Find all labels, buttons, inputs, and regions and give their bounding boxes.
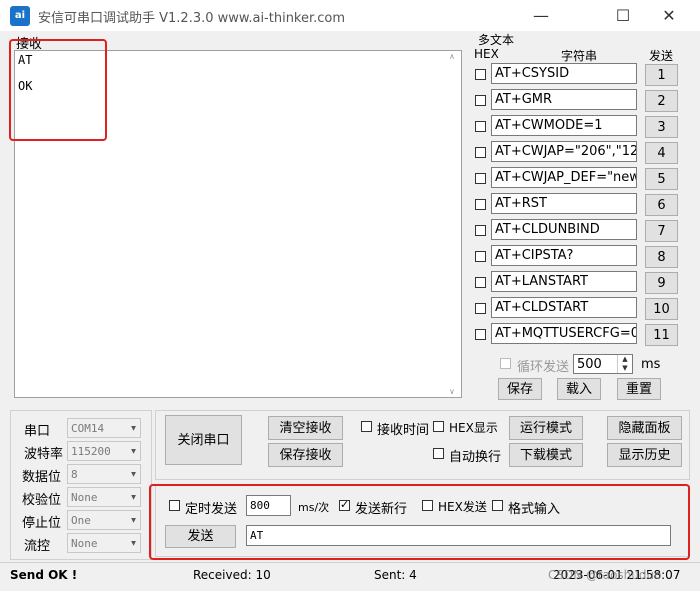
databits-label: 数据位 (22, 470, 62, 485)
close-port-button[interactable]: 关闭串口 (165, 415, 242, 465)
hex-display-label: HEX显示 (449, 421, 498, 435)
minimize-button[interactable]: — (518, 0, 564, 31)
status-message: Send OK ! (10, 568, 78, 582)
multi-row-text-input[interactable]: AT+CIPSTA? (491, 245, 637, 266)
status-bar: Send OK ! Received: 10 Sent: 4 2023-06-0… (0, 562, 700, 591)
auto-newline-label: 自动换行 (449, 450, 502, 465)
stopbits-label: 停止位 (22, 516, 62, 531)
loop-interval-spinner[interactable]: ▲ ▼ (617, 355, 632, 373)
multi-row-hex-checkbox[interactable] (475, 121, 486, 132)
maximize-button[interactable]: ☐ (600, 0, 646, 31)
multi-row-text-input[interactable]: AT+GMR (491, 89, 637, 110)
multi-row-hex-checkbox[interactable] (475, 277, 486, 288)
run-mode-button[interactable]: 运行模式 (509, 416, 583, 440)
chevron-down-icon: ▼ (131, 423, 136, 433)
multi-row-text-input[interactable]: AT+CLDUNBIND (491, 219, 637, 240)
reset-multi-button[interactable]: 重置 (617, 378, 661, 400)
multi-row-send-button[interactable]: 8 (645, 246, 678, 268)
show-history-button[interactable]: 显示历史 (607, 443, 682, 467)
sent-count: Sent: 4 (374, 568, 417, 582)
multi-row-send-button[interactable]: 2 (645, 90, 678, 112)
flow-label: 流控 (24, 539, 51, 554)
col-send-header: 发送 (649, 49, 674, 63)
multi-row-hex-checkbox[interactable] (475, 251, 486, 262)
multi-row-text-input[interactable]: AT+LANSTART (491, 271, 637, 292)
receive-time-checkbox[interactable] (361, 421, 372, 432)
port-select[interactable]: COM14 ▼ (67, 418, 141, 438)
multi-row-text-input[interactable]: AT+MQTTUSERCFG=0,1, (491, 323, 637, 344)
col-string-header: 字符串 (561, 49, 598, 63)
multi-row-send-button[interactable]: 6 (645, 194, 678, 216)
receive-time-label: 接收时间 (377, 423, 430, 438)
watermark: CSDN @taoshuduo (548, 568, 662, 582)
multi-row-send-button[interactable]: 10 (645, 298, 678, 320)
clear-receive-button[interactable]: 清空接收 (268, 416, 343, 440)
window-title: 安信可串口调试助手 V1.2.3.0 www.ai-thinker.com (38, 11, 346, 26)
chevron-down-icon: ▼ (131, 515, 136, 525)
chevron-down-icon: ▼ (131, 492, 136, 502)
multi-row-send-button[interactable]: 7 (645, 220, 678, 242)
multi-row-text-input[interactable]: AT+CSYSID (491, 63, 637, 84)
multi-row-text-input[interactable]: AT+CWMODE=1 (491, 115, 637, 136)
load-multi-button[interactable]: 载入 (557, 378, 601, 400)
multi-row-hex-checkbox[interactable] (475, 303, 486, 314)
hex-display-checkbox[interactable] (433, 421, 444, 432)
multi-row-hex-checkbox[interactable] (475, 147, 486, 158)
multi-row-send-button[interactable]: 1 (645, 64, 678, 86)
multi-row-text-input[interactable]: AT+CLDSTART (491, 297, 637, 318)
multi-row-hex-checkbox[interactable] (475, 95, 486, 106)
chevron-down-icon: ▼ (131, 446, 136, 456)
multi-row-hex-checkbox[interactable] (475, 225, 486, 236)
multi-text-title: 多文本 (478, 33, 515, 47)
multi-row-send-button[interactable]: 9 (645, 272, 678, 294)
chevron-down-icon: ▼ (131, 538, 136, 548)
hide-panel-button[interactable]: 隐藏面板 (607, 416, 682, 440)
stopbits-select[interactable]: One ▼ (67, 510, 141, 530)
databits-select[interactable]: 8 ▼ (67, 464, 141, 484)
col-hex-header: HEX (474, 47, 499, 61)
save-multi-button[interactable]: 保存 (498, 378, 542, 400)
multi-row-send-button[interactable]: 4 (645, 142, 678, 164)
multi-row-hex-checkbox[interactable] (475, 199, 486, 210)
multi-row-text-input[interactable]: AT+CWJAP_DEF="newifi_ (491, 167, 637, 188)
receive-scrollbar[interactable]: ∧ ∨ (445, 51, 461, 397)
download-mode-button[interactable]: 下载模式 (509, 443, 583, 467)
app-icon: ai (10, 6, 30, 26)
auto-newline-checkbox[interactable] (433, 448, 444, 459)
multi-row-hex-checkbox[interactable] (475, 173, 486, 184)
baud-select[interactable]: 115200 ▼ (67, 441, 141, 461)
received-count: Received: 10 (193, 568, 271, 582)
multi-row-send-button[interactable]: 11 (645, 324, 678, 346)
title-bar: ai 安信可串口调试助手 V1.2.3.0 www.ai-thinker.com… (0, 0, 700, 31)
baud-label: 波特率 (24, 447, 64, 462)
save-receive-button[interactable]: 保存接收 (268, 443, 343, 467)
multi-row-hex-checkbox[interactable] (475, 329, 486, 340)
scroll-down-icon[interactable]: ∨ (449, 387, 455, 396)
multi-row-send-button[interactable]: 5 (645, 168, 678, 190)
multi-row-send-button[interactable]: 3 (645, 116, 678, 138)
multi-row-hex-checkbox[interactable] (475, 69, 486, 80)
scroll-up-icon[interactable]: ∧ (449, 52, 455, 61)
close-button[interactable]: ✕ (646, 0, 692, 31)
loop-send-label: 循环发送 (517, 360, 570, 375)
multi-row-text-input[interactable]: AT+RST (491, 193, 637, 214)
chevron-down-icon: ▼ (131, 469, 136, 479)
highlight-box-receive (9, 39, 107, 141)
multi-row-text-input[interactable]: AT+CWJAP="206","123456 (491, 141, 637, 162)
port-label: 串口 (24, 424, 51, 439)
parity-select[interactable]: None ▼ (67, 487, 141, 507)
flow-select[interactable]: None ▼ (67, 533, 141, 553)
loop-send-checkbox[interactable] (500, 358, 511, 369)
parity-label: 校验位 (22, 493, 62, 508)
loop-unit-label: ms (641, 357, 661, 372)
highlight-box-send (149, 484, 690, 560)
